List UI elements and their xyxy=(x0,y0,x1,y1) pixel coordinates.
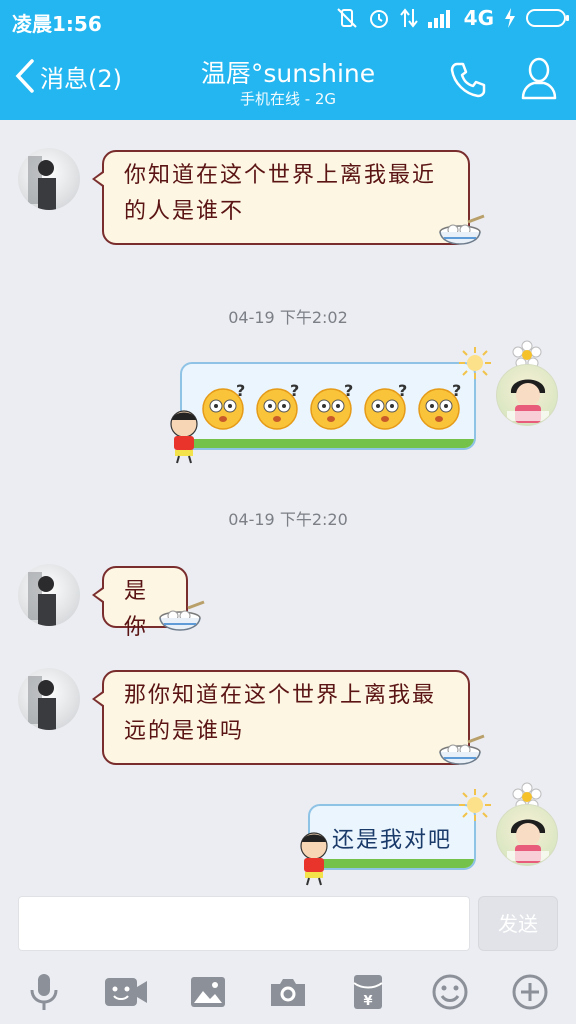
status-bar: 凌晨1:56 4G xyxy=(0,0,576,40)
question-face-emoji-icon: ? xyxy=(256,382,301,430)
svg-text:?: ? xyxy=(452,382,463,400)
friend-photo xyxy=(28,676,56,730)
my-avatar-character xyxy=(507,819,549,863)
my-avatar-character xyxy=(507,379,549,423)
bubble-bowl-decoration xyxy=(159,600,205,631)
svg-text:?: ? xyxy=(290,382,301,400)
contact-profile-button[interactable] xyxy=(520,56,558,104)
person-icon xyxy=(521,57,557,100)
svg-text:¥: ¥ xyxy=(363,994,372,1009)
bubble-sun-decoration xyxy=(459,347,491,379)
emoji-message-bubble[interactable]: ? ? ? ? ? xyxy=(180,362,476,450)
video-icon xyxy=(105,978,147,1006)
message-text-line: 远的是谁吗 xyxy=(124,719,245,744)
emoji-row: ? ? ? ? ? xyxy=(202,382,464,432)
message-text-line: 的人是谁不 xyxy=(124,199,245,224)
emoji-icon xyxy=(432,974,468,1010)
bubble-character-decoration xyxy=(170,410,198,464)
plus-icon xyxy=(512,974,548,1010)
question-face-emoji-icon: ? xyxy=(364,382,409,430)
bubble-character-decoration xyxy=(300,832,328,886)
data-transfer-icon xyxy=(399,8,418,28)
alarm-icon xyxy=(369,10,388,28)
friend-avatar[interactable] xyxy=(18,564,80,626)
signal-icon xyxy=(427,10,450,28)
message-text-line: 你知道在这个世界上离我最近 xyxy=(124,163,437,188)
message-text-line: 那你知道在这个世界上离我最 xyxy=(124,683,437,708)
bubble-bowl-decoration xyxy=(439,214,485,245)
message-input[interactable] xyxy=(18,896,470,951)
my-avatar[interactable] xyxy=(496,804,558,866)
video-button[interactable] xyxy=(102,968,150,1016)
image-icon xyxy=(191,977,225,1007)
status-time: 凌晨1:56 xyxy=(12,12,102,36)
message-bubble[interactable]: 你知道在这个世界上离我最近 的人是谁不 xyxy=(92,150,470,245)
image-button[interactable] xyxy=(184,968,232,1016)
bubble-bowl-decoration xyxy=(439,734,485,765)
svg-text:?: ? xyxy=(344,382,355,400)
vibrate-off-icon xyxy=(336,8,357,28)
mic-icon xyxy=(30,974,58,1010)
svg-text:?: ? xyxy=(236,382,247,400)
message-bubble[interactable]: 那你知道在这个世界上离我最 远的是谁吗 xyxy=(92,670,470,765)
camera-button[interactable] xyxy=(264,968,312,1016)
red-packet-button[interactable]: ¥ xyxy=(344,968,392,1016)
charging-icon xyxy=(505,8,515,28)
timestamp: 04-19 下午2:02 xyxy=(228,308,348,327)
red-packet-icon: ¥ xyxy=(353,975,383,1009)
contact-name: 温唇°sunshine xyxy=(200,59,376,88)
online-status: 手机在线 - 2G xyxy=(239,90,337,108)
question-face-emoji-icon: ? xyxy=(310,382,355,430)
friend-avatar[interactable] xyxy=(18,148,80,210)
voice-button[interactable] xyxy=(20,968,68,1016)
friend-avatar[interactable] xyxy=(18,668,80,730)
friend-photo xyxy=(28,156,56,210)
status-icons: 4G xyxy=(336,6,569,30)
bubble-sun-decoration xyxy=(459,789,491,821)
emoji-button[interactable] xyxy=(426,968,474,1016)
chat-header: 消息(2) 温唇°sunshine 手机在线 - 2G xyxy=(0,40,576,120)
phone-icon xyxy=(450,62,486,98)
question-face-emoji-icon: ? xyxy=(418,382,463,430)
question-face-emoji-icon: ? xyxy=(202,382,247,430)
network-type: 4G xyxy=(463,6,494,30)
send-button[interactable]: 发送 xyxy=(478,896,558,951)
svg-text:?: ? xyxy=(398,382,409,400)
bubble-grass-decoration xyxy=(182,439,474,448)
message-text: 还是我对吧 xyxy=(332,828,453,853)
camera-icon xyxy=(271,979,305,1006)
friend-photo xyxy=(28,572,56,626)
timestamp: 04-19 下午2:20 xyxy=(228,510,348,529)
call-button[interactable] xyxy=(448,60,488,104)
more-button[interactable] xyxy=(506,968,554,1016)
input-toolbar: ¥ xyxy=(0,960,576,1024)
battery-icon xyxy=(526,9,569,27)
my-avatar[interactable] xyxy=(496,364,558,426)
